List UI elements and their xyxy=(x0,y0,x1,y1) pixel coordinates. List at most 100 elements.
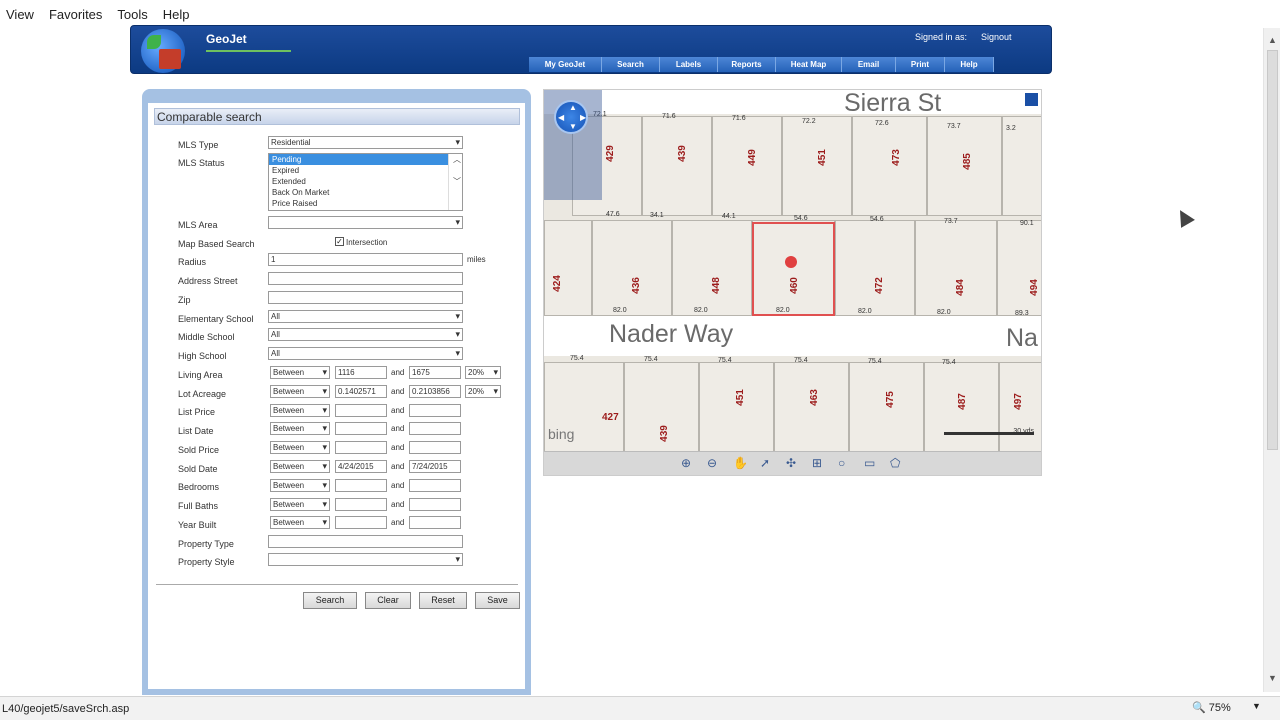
parcel-number[interactable]: 439 xyxy=(659,425,670,442)
parcel-number[interactable]: 448 xyxy=(711,277,722,294)
lot-acreage-max[interactable]: 0.2103856 xyxy=(409,385,461,398)
zoom-out-icon[interactable]: ⊖ xyxy=(707,456,717,470)
living-area-min[interactable]: 1116 xyxy=(335,366,387,379)
middle-select[interactable]: All xyxy=(268,328,463,341)
parcel-number[interactable]: 487 xyxy=(957,393,968,410)
scroll-down-icon[interactable]: ▼ xyxy=(1264,670,1280,686)
list-price-min[interactable] xyxy=(335,404,387,417)
pan-hand-icon[interactable]: ✋ xyxy=(733,456,748,470)
parcel-number[interactable]: 451 xyxy=(817,149,828,166)
list-price-max[interactable] xyxy=(409,404,461,417)
menu-help[interactable]: Help xyxy=(157,7,199,22)
menu-tools[interactable]: Tools xyxy=(111,7,156,22)
circle-icon[interactable]: ○ xyxy=(838,456,845,470)
sold-date-max[interactable]: 7/24/2015 xyxy=(409,460,461,473)
clear-button[interactable]: Clear xyxy=(365,592,411,609)
elementary-select[interactable]: All xyxy=(268,310,463,323)
zoom-dropdown-icon[interactable]: ▼ xyxy=(1252,701,1261,711)
parcel-number[interactable]: 460 xyxy=(789,277,800,294)
reset-button[interactable]: Reset xyxy=(419,592,467,609)
zoom-in-icon[interactable]: ⊕ xyxy=(681,456,691,470)
nav-labels[interactable]: Labels xyxy=(660,57,718,72)
parcel-number[interactable]: 475 xyxy=(885,391,896,408)
filter-icon[interactable]: ⊞ xyxy=(812,456,822,470)
parcel-number[interactable]: 429 xyxy=(605,145,616,162)
parcel-number[interactable]: 472 xyxy=(874,277,885,294)
nav-search[interactable]: Search xyxy=(602,57,660,72)
status-option[interactable]: Pending xyxy=(269,154,449,165)
parcel-number[interactable]: 439 xyxy=(677,145,688,162)
parcel-number[interactable]: 494 xyxy=(1029,279,1040,296)
nav-help[interactable]: Help xyxy=(945,57,994,72)
property-type-input[interactable] xyxy=(268,535,463,548)
high-select[interactable]: All xyxy=(268,347,463,360)
map-minimize-button[interactable] xyxy=(1024,92,1039,107)
full-baths-max[interactable] xyxy=(409,498,461,511)
full-baths-op[interactable]: Between xyxy=(270,498,330,511)
scroll-thumb[interactable] xyxy=(1267,50,1278,450)
bedrooms-op[interactable]: Between xyxy=(270,479,330,492)
year-built-max[interactable] xyxy=(409,516,461,529)
nav-email[interactable]: Email xyxy=(842,57,896,72)
lot-acreage-op[interactable]: Between xyxy=(270,385,330,398)
nav-heat-map[interactable]: Heat Map xyxy=(776,57,842,72)
rectangle-icon[interactable]: ▭ xyxy=(864,456,875,470)
listbox-scrollbar[interactable]: ︿ ﹀ xyxy=(448,154,462,210)
nav-print[interactable]: Print xyxy=(896,57,945,72)
lot-acreage-min[interactable]: 0.1402571 xyxy=(335,385,387,398)
parcel-number[interactable]: 436 xyxy=(631,277,642,294)
mls-type-select[interactable]: Residential xyxy=(268,136,463,149)
menu-view[interactable]: View xyxy=(0,7,43,22)
list-price-op[interactable]: Between xyxy=(270,404,330,417)
subject-pin-icon[interactable] xyxy=(785,256,797,268)
page-scrollbar[interactable]: ▲ ▼ xyxy=(1263,28,1280,692)
sold-price-min[interactable] xyxy=(335,441,387,454)
parcel-number[interactable]: 484 xyxy=(955,279,966,296)
zip-input[interactable] xyxy=(268,291,463,304)
year-built-min[interactable] xyxy=(335,516,387,529)
signout-link[interactable]: Signout xyxy=(981,32,1012,42)
parcel-number[interactable]: 497 xyxy=(1013,393,1024,410)
selected-parcel[interactable] xyxy=(752,222,835,316)
parcel-number[interactable]: 463 xyxy=(809,389,820,406)
parcel-number[interactable]: 451 xyxy=(735,389,746,406)
year-built-op[interactable]: Between xyxy=(270,516,330,529)
property-style-select[interactable] xyxy=(268,553,463,566)
list-date-op[interactable]: Between xyxy=(270,422,330,435)
sold-date-min[interactable]: 4/24/2015 xyxy=(335,460,387,473)
identify-icon[interactable]: ➚ xyxy=(760,456,770,470)
parcel-number[interactable]: 485 xyxy=(962,153,973,170)
bedrooms-max[interactable] xyxy=(409,479,461,492)
polygon-icon[interactable]: ⬠ xyxy=(890,456,900,470)
list-date-max[interactable] xyxy=(409,422,461,435)
save-button[interactable]: Save xyxy=(475,592,520,609)
parcel-number[interactable]: 473 xyxy=(891,149,902,166)
parcel-number[interactable]: 424 xyxy=(552,275,563,292)
menu-favorites[interactable]: Favorites xyxy=(43,7,111,22)
parcel-number[interactable]: 427 xyxy=(602,412,619,423)
sold-price-max[interactable] xyxy=(409,441,461,454)
address-input[interactable] xyxy=(268,272,463,285)
mls-status-listbox[interactable]: Pending Expired Extended Back On Market … xyxy=(268,153,463,211)
intersection-checkbox[interactable]: ✓ xyxy=(335,237,344,246)
search-button[interactable]: Search xyxy=(303,592,357,609)
sold-date-op[interactable]: Between xyxy=(270,460,330,473)
living-area-op[interactable]: Between xyxy=(270,366,330,379)
radius-input[interactable]: 1 xyxy=(268,253,463,266)
sold-price-op[interactable]: Between xyxy=(270,441,330,454)
select-icon[interactable]: ✣ xyxy=(786,456,796,470)
mls-area-select[interactable] xyxy=(268,216,463,229)
list-date-min[interactable] xyxy=(335,422,387,435)
compass-pan-icon[interactable]: ▲ ▼ ◀ ▶ xyxy=(554,100,588,134)
scroll-up-icon[interactable]: ▲ xyxy=(1264,32,1280,48)
status-option[interactable]: Price Raised xyxy=(269,198,462,209)
status-option[interactable]: Extended xyxy=(269,176,462,187)
zoom-level[interactable]: 🔍 75% xyxy=(1192,701,1231,714)
status-option[interactable]: Expired xyxy=(269,165,462,176)
status-option[interactable]: Back On Market xyxy=(269,187,462,198)
living-area-max[interactable]: 1675 xyxy=(409,366,461,379)
lot-acreage-pct[interactable]: 20% xyxy=(465,385,501,398)
full-baths-min[interactable] xyxy=(335,498,387,511)
bedrooms-min[interactable] xyxy=(335,479,387,492)
parcel-number[interactable]: 449 xyxy=(747,149,758,166)
